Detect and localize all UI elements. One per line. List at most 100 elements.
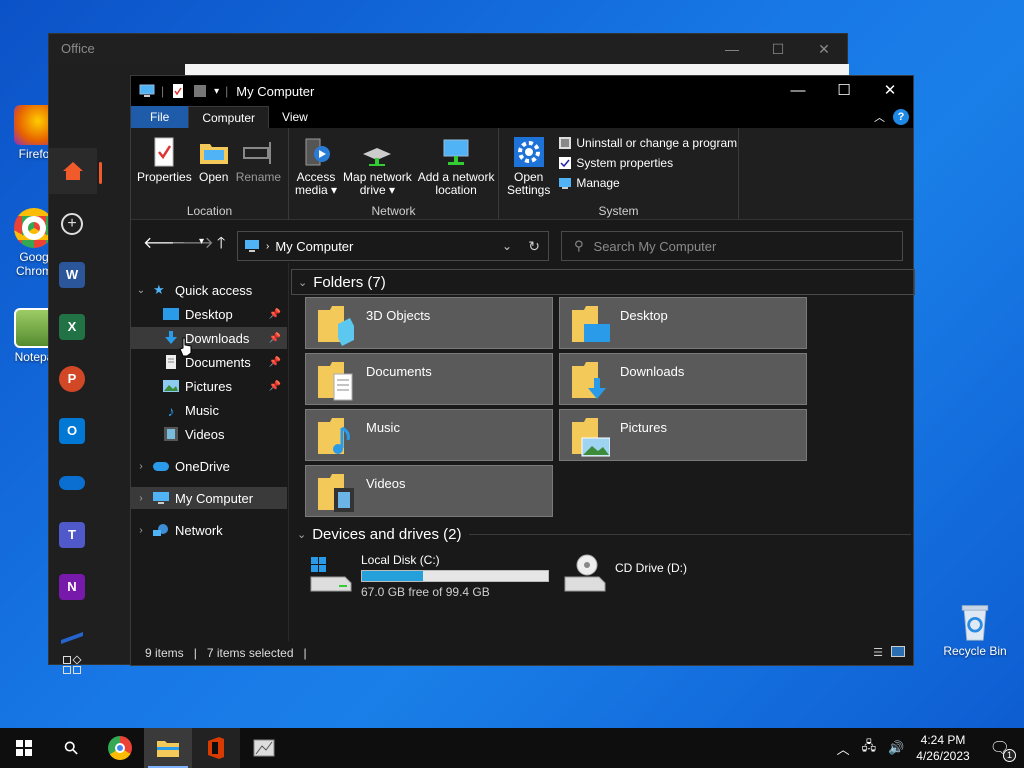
nav-desktop[interactable]: Desktop 📌 (131, 303, 287, 325)
chrome-icon (108, 736, 132, 760)
nav-quick-access[interactable]: ⌄ ★ Quick access (131, 279, 287, 301)
teams-icon[interactable]: T (59, 522, 85, 548)
tab-computer[interactable]: Computer (188, 106, 270, 128)
desktop-icon-label: Firefo (18, 147, 50, 161)
customize-qat-icon[interactable]: ▾ (214, 86, 219, 97)
desktop-icon-recycle-bin[interactable]: Recycle Bin (940, 602, 1010, 658)
programs-icon (559, 137, 572, 149)
recent-locations-button[interactable]: ▾ (199, 236, 204, 247)
up-button[interactable]: 🡑 (217, 232, 225, 259)
pin-icon: 📌 (268, 380, 281, 392)
nav-videos[interactable]: Videos (131, 423, 287, 445)
tab-view[interactable]: View (269, 106, 321, 128)
chevron-down-icon[interactable]: ⌄ (298, 276, 307, 289)
manage-button[interactable]: Manage (558, 176, 737, 190)
apps-icon[interactable] (63, 655, 82, 674)
system-properties-button[interactable]: System properties (558, 156, 737, 170)
explorer-window[interactable]: | ▾ | My Computer — ☐ ✕ File Computer Vi… (130, 75, 915, 666)
address-bar[interactable]: › My Computer ⌄ ↻ (237, 231, 549, 261)
nav-downloads[interactable]: Downloads 📌 (131, 327, 287, 349)
minimize-button[interactable]: — (775, 76, 821, 106)
office-close-button[interactable]: ✕ (801, 34, 847, 64)
chevron-right-icon[interactable]: › (135, 493, 147, 504)
group-header-folders[interactable]: ⌄ Folders (7) (291, 269, 915, 295)
forward-button[interactable]: 🡒 (171, 232, 214, 253)
help-icon[interactable]: ? (893, 109, 909, 125)
notification-center-icon[interactable]: 🗨 1 (990, 738, 1016, 762)
onenote-icon[interactable]: N (59, 574, 85, 600)
explorer-titlebar[interactable]: | ▾ | My Computer — ☐ ✕ (131, 76, 913, 106)
ribbon-group-label: System (598, 204, 639, 218)
music-note-icon: ♪ (167, 403, 175, 419)
status-bar: 9 items | 7 items selected | ☰ (131, 641, 913, 665)
office-title: Office (61, 41, 95, 56)
drive-usage-fill (362, 571, 423, 581)
nav-music[interactable]: ♪ Music (131, 399, 287, 421)
start-button[interactable] (0, 728, 48, 768)
clock-time: 4:24 PM (920, 733, 966, 747)
excel-icon[interactable]: X (59, 314, 85, 340)
clock[interactable]: 4:24 PM 4/26/2023 (916, 732, 969, 764)
desktop-folder-icon (572, 306, 610, 342)
windows-logo-icon (16, 740, 32, 756)
folder-videos[interactable]: Videos (305, 465, 553, 517)
new-folder-icon[interactable] (192, 84, 208, 98)
refresh-icon[interactable]: ↻ (528, 238, 540, 255)
folder-3d-objects[interactable]: 3D Objects (305, 297, 553, 349)
home-icon[interactable] (49, 148, 97, 194)
close-button[interactable]: ✕ (867, 76, 913, 106)
desktop-icon-label: Recycle Bin (943, 644, 1007, 658)
large-icons-view-icon[interactable] (891, 646, 905, 657)
office-titlebar[interactable]: Office — ☐ ✕ (49, 34, 847, 64)
uninstall-program-button[interactable]: Uninstall or change a program (558, 136, 737, 150)
folder-documents[interactable]: Documents (305, 353, 553, 405)
chevron-up-icon[interactable]: ︿ (837, 739, 850, 758)
chevron-down-icon[interactable]: ⌄ (297, 528, 306, 541)
powerpoint-icon[interactable]: P (59, 366, 85, 392)
collapse-ribbon-icon[interactable]: ︿ (874, 109, 885, 125)
group-header-devices[interactable]: ⌄ Devices and drives (2) (291, 521, 911, 547)
search-icon: ⚲ (59, 735, 84, 760)
search-box[interactable]: ⚲ Search My Computer (561, 231, 903, 261)
quick-access-toolbar: | ▾ | (131, 84, 228, 98)
onedrive-icon[interactable] (59, 476, 85, 490)
create-new-icon[interactable]: + (61, 213, 83, 235)
pin-icon: 📌 (268, 332, 281, 344)
folder-music[interactable]: Music (305, 409, 553, 461)
drive-local-disk-c[interactable]: Local Disk (C:) 67.0 GB free of 99.4 GB (309, 553, 549, 599)
address-dropdown-icon[interactable]: ⌄ (502, 239, 512, 253)
volume-icon[interactable]: 🔊 (888, 740, 904, 756)
folder-pictures[interactable]: Pictures (559, 409, 807, 461)
office-maximize-button[interactable]: ☐ (755, 34, 801, 64)
search-button[interactable]: ⚲ (48, 728, 96, 768)
nav-documents[interactable]: Documents 📌 (131, 351, 287, 373)
details-view-icon[interactable]: ☰ (873, 646, 883, 659)
nav-my-computer[interactable]: › My Computer (131, 487, 287, 509)
office-minimize-button[interactable]: — (709, 34, 755, 64)
taskbar-chrome[interactable] (96, 728, 144, 768)
ribbon-group-label: Location (186, 204, 233, 218)
network-status-icon[interactable]: 🖧 (862, 737, 877, 759)
chevron-right-icon[interactable]: › (135, 461, 147, 472)
downloads-folder-icon (572, 362, 606, 399)
folder-open-icon (199, 144, 228, 164)
taskbar-office[interactable] (192, 728, 240, 768)
chevron-down-icon[interactable]: ⌄ (135, 285, 147, 296)
folder-downloads[interactable]: Downloads (559, 353, 807, 405)
nav-network[interactable]: › Network (131, 519, 287, 541)
breadcrumb-chevron-icon[interactable]: › (266, 241, 269, 252)
properties-icon[interactable] (170, 84, 186, 98)
tab-file[interactable]: File (131, 106, 189, 128)
nav-pictures[interactable]: Pictures 📌 (131, 375, 287, 397)
taskbar-file-explorer[interactable] (144, 728, 192, 768)
word-icon[interactable]: W (59, 262, 85, 288)
drive-cd-d[interactable]: CD Drive (D:) (563, 553, 687, 593)
todo-icon[interactable] (61, 625, 83, 645)
maximize-button[interactable]: ☐ (821, 76, 867, 106)
nav-onedrive[interactable]: › OneDrive (131, 455, 287, 477)
star-icon: ★ (153, 282, 165, 297)
outlook-icon[interactable]: O (59, 418, 85, 444)
chevron-right-icon[interactable]: › (135, 525, 147, 536)
folder-desktop[interactable]: Desktop (559, 297, 807, 349)
taskbar-app[interactable] (240, 728, 288, 768)
